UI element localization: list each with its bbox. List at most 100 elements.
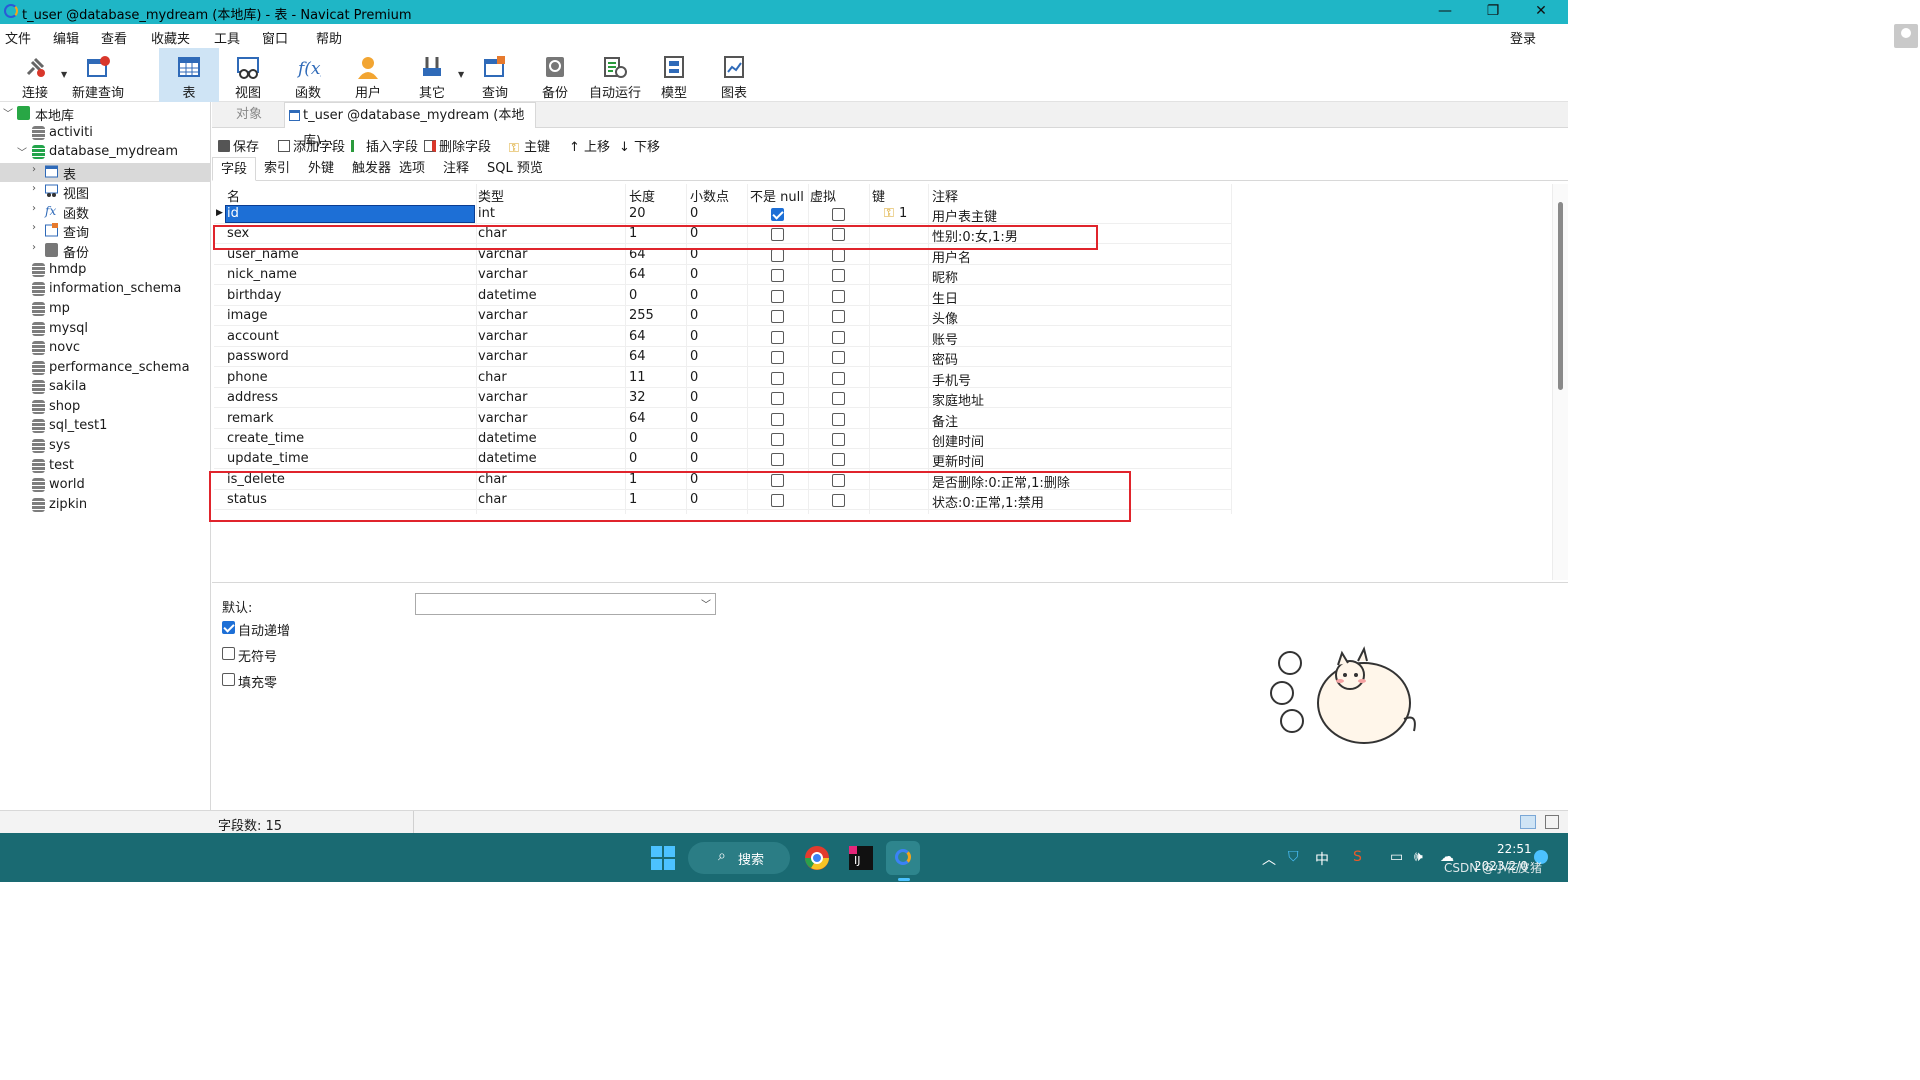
toolbar-query-button[interactable]: 查询	[469, 48, 521, 102]
not-null-checkbox[interactable]	[771, 412, 784, 426]
tree-item-functions[interactable]: › fx 函数	[0, 202, 211, 222]
close-button[interactable]: ✕	[1518, 0, 1564, 24]
header-decimals[interactable]: 小数点	[690, 186, 729, 205]
cell-length[interactable]: 0	[629, 451, 637, 466]
cell-length[interactable]: 64	[629, 267, 646, 282]
cell-comment[interactable]: 备注	[932, 411, 958, 430]
cell-decimals[interactable]: 0	[690, 308, 698, 323]
tree-db-novc[interactable]: novc	[0, 339, 211, 358]
virtual-checkbox[interactable]	[832, 412, 845, 426]
tab-options[interactable]: 选项	[391, 157, 433, 181]
tree-db-hmdp[interactable]: hmdp	[0, 261, 211, 280]
cell-type[interactable]: varchar	[478, 390, 527, 405]
cell-key[interactable]: 1	[899, 206, 907, 221]
taskbar-search[interactable]: ⌕ 搜索	[688, 842, 790, 874]
intellij-icon[interactable]: IJ	[844, 841, 878, 875]
not-null-checkbox[interactable]	[771, 310, 784, 324]
menu-window[interactable]: 窗口	[262, 28, 288, 47]
virtual-checkbox[interactable]	[832, 453, 845, 467]
table-row[interactable]: remark varchar 64 0 备注	[214, 409, 1232, 430]
vertical-scrollbar[interactable]	[1552, 184, 1568, 580]
move-up-button[interactable]: ↑ 上移	[569, 136, 610, 155]
header-type[interactable]: 类型	[478, 186, 504, 205]
cell-name[interactable]: nick_name	[227, 267, 297, 282]
header-key[interactable]: 键	[872, 186, 885, 205]
cell-type[interactable]: varchar	[478, 329, 527, 344]
virtual-checkbox[interactable]	[832, 310, 845, 324]
cell-decimals[interactable]: 0	[690, 411, 698, 426]
cell-length[interactable]: 0	[629, 288, 637, 303]
volume-icon[interactable]: 🕪	[1414, 849, 1423, 865]
cell-name[interactable]: account	[227, 329, 279, 344]
tab-objects[interactable]: 对象	[236, 102, 262, 128]
minimize-button[interactable]: —	[1422, 0, 1468, 24]
chevron-down-icon[interactable]: ﹀	[3, 105, 15, 120]
cell-type[interactable]: varchar	[478, 349, 527, 364]
chevron-down-icon[interactable]: ▼	[61, 70, 67, 79]
not-null-checkbox[interactable]	[771, 432, 784, 446]
virtual-checkbox[interactable]	[832, 269, 845, 283]
header-not-null[interactable]: 不是 null	[750, 186, 804, 205]
chevron-right-icon[interactable]: ›	[32, 164, 44, 175]
cell-comment[interactable]: 生日	[932, 288, 958, 307]
tree-db-sakila[interactable]: sakila	[0, 378, 211, 397]
virtual-checkbox[interactable]	[832, 330, 845, 344]
toolbar-connect-button[interactable]: 连接	[10, 48, 60, 102]
table-row[interactable]: create_time datetime 0 0 创建时间	[214, 429, 1232, 450]
cell-decimals[interactable]: 0	[690, 329, 698, 344]
network-icon[interactable]: ▭	[1390, 849, 1403, 865]
cell-type[interactable]: int	[478, 206, 495, 221]
cell-length[interactable]: 64	[629, 411, 646, 426]
windows-start-icon[interactable]	[646, 841, 680, 875]
auto-increment-checkbox[interactable]	[222, 621, 235, 634]
not-null-checkbox[interactable]	[771, 453, 784, 467]
cell-length[interactable]: 0	[629, 431, 637, 446]
cell-comment[interactable]: 头像	[932, 308, 958, 327]
not-null-checkbox[interactable]	[771, 392, 784, 406]
cell-comment[interactable]: 账号	[932, 329, 958, 348]
tree-db-world[interactable]: world	[0, 476, 211, 495]
cell-name[interactable]: create_time	[227, 431, 304, 446]
tree-db-mp[interactable]: mp	[0, 300, 211, 319]
cell-type[interactable]: char	[478, 370, 507, 385]
toolbar-user-button[interactable]: 用户	[342, 48, 394, 102]
header-length[interactable]: 长度	[629, 186, 655, 205]
toolbar-automation-button[interactable]: 自动运行	[586, 48, 644, 102]
cell-decimals[interactable]: 0	[690, 370, 698, 385]
zerofill-checkbox[interactable]	[222, 673, 235, 686]
ime-indicator[interactable]: 中	[1315, 849, 1329, 869]
cell-decimals[interactable]: 0	[690, 206, 698, 221]
cell-comment[interactable]: 昵称	[932, 267, 958, 286]
login-link[interactable]: 登录	[1510, 28, 1536, 47]
virtual-checkbox[interactable]	[832, 392, 845, 406]
tree-db-zipkin[interactable]: zipkin	[0, 496, 211, 515]
tab-fields[interactable]: 字段	[212, 157, 257, 181]
tree-db-database-mydream[interactable]: ﹀ database_mydream	[0, 143, 211, 162]
cell-length[interactable]: 20	[629, 206, 646, 221]
tree-db-mysql[interactable]: mysql	[0, 320, 211, 339]
chevron-right-icon[interactable]: ›	[32, 242, 44, 253]
chrome-icon[interactable]	[800, 841, 834, 875]
table-row[interactable]: account varchar 64 0 账号	[214, 327, 1232, 348]
tree-db-sys[interactable]: sys	[0, 437, 211, 456]
cell-type[interactable]: datetime	[478, 431, 537, 446]
cell-decimals[interactable]: 0	[690, 267, 698, 282]
table-row[interactable]: nick_name varchar 64 0 昵称	[214, 265, 1232, 286]
toolbar-table-button[interactable]: 表	[159, 48, 219, 102]
tree-db-shop[interactable]: shop	[0, 398, 211, 417]
cell-length[interactable]: 64	[629, 329, 646, 344]
tree-db-test[interactable]: test	[0, 457, 211, 476]
virtual-checkbox[interactable]	[832, 371, 845, 385]
chevron-down-icon[interactable]: ▼	[458, 70, 464, 79]
tree-item-queries[interactable]: › 查询	[0, 221, 211, 241]
cell-decimals[interactable]: 0	[690, 390, 698, 405]
tree-connection-local[interactable]: ﹀ 本地库	[0, 104, 211, 124]
table-row[interactable]: phone char 11 0 手机号	[214, 368, 1232, 389]
cell-length[interactable]: 32	[629, 390, 646, 405]
clock-time[interactable]: 22:51	[1497, 842, 1532, 856]
cell-decimals[interactable]: 0	[690, 451, 698, 466]
menu-view[interactable]: 查看	[101, 28, 127, 47]
not-null-checkbox[interactable]	[771, 289, 784, 303]
cell-name[interactable]: birthday	[227, 288, 281, 303]
virtual-checkbox[interactable]	[832, 432, 845, 446]
